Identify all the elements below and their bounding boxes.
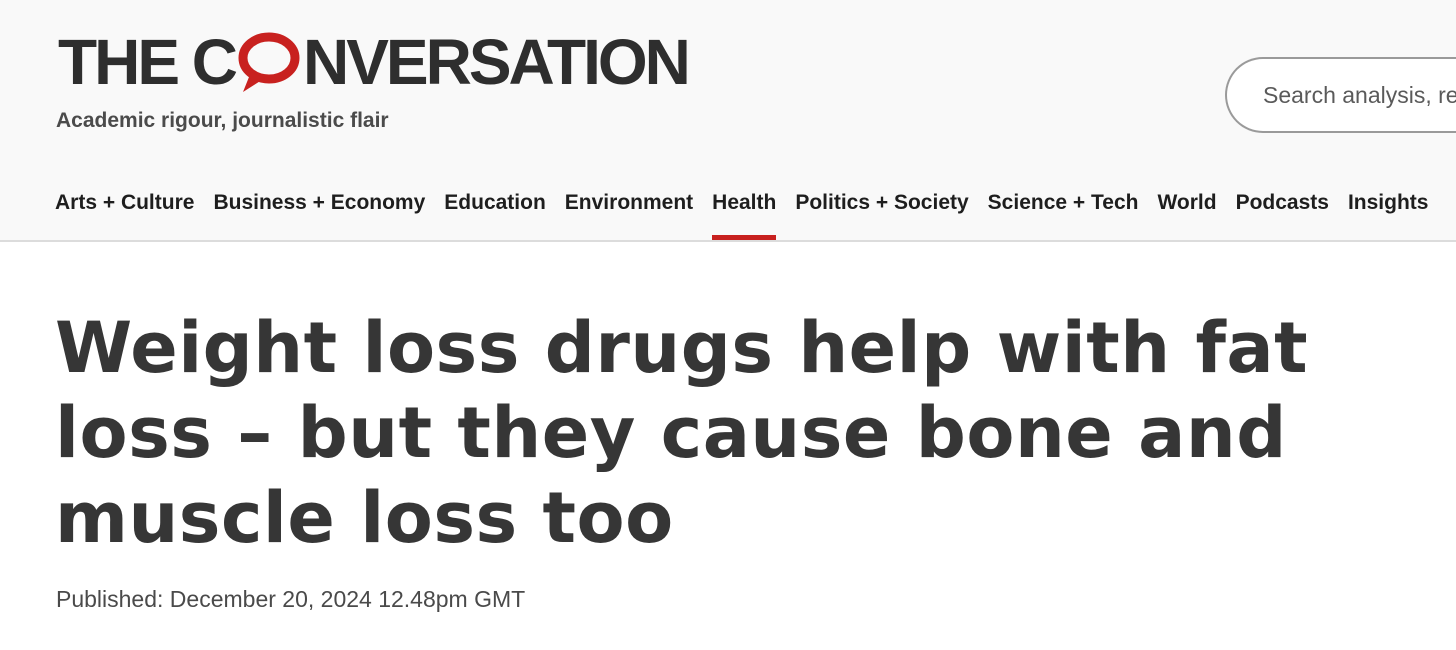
nav-item-arts-culture[interactable]: Arts + Culture <box>55 186 194 240</box>
search-input[interactable] <box>1263 81 1456 109</box>
published-date: Published: December 20, 2024 12.48pm GMT <box>56 586 526 612</box>
nav-item-world[interactable]: World <box>1157 186 1216 240</box>
nav-item-business-economy[interactable]: Business + Economy <box>213 186 425 240</box>
speech-bubble-logo-icon <box>237 26 301 98</box>
site-header: THE C NVERSATION Academic rigour, journal… <box>0 0 1456 242</box>
nav-item-health[interactable]: Health <box>712 186 777 240</box>
site-tagline: Academic rigour, journalistic flair <box>56 109 389 132</box>
nav-item-insights[interactable]: Insights <box>1348 186 1429 240</box>
nav-item-science-tech[interactable]: Science + Tech <box>988 186 1139 240</box>
article-headline: Weight loss drugs help with fat loss – b… <box>55 307 1309 559</box>
nav-item-environment[interactable]: Environment <box>565 186 693 240</box>
site-logo[interactable]: THE C NVERSATION <box>58 26 691 98</box>
nav-item-politics-society[interactable]: Politics + Society <box>795 186 968 240</box>
nav-item-podcasts[interactable]: Podcasts <box>1236 186 1329 240</box>
logo-text-left: THE C <box>58 26 238 98</box>
main-nav: Arts + Culture Business + Economy Educat… <box>55 186 1447 240</box>
search-box[interactable] <box>1225 57 1456 133</box>
logo-text-right: NVERSATION <box>303 26 691 98</box>
nav-item-education[interactable]: Education <box>444 186 546 240</box>
